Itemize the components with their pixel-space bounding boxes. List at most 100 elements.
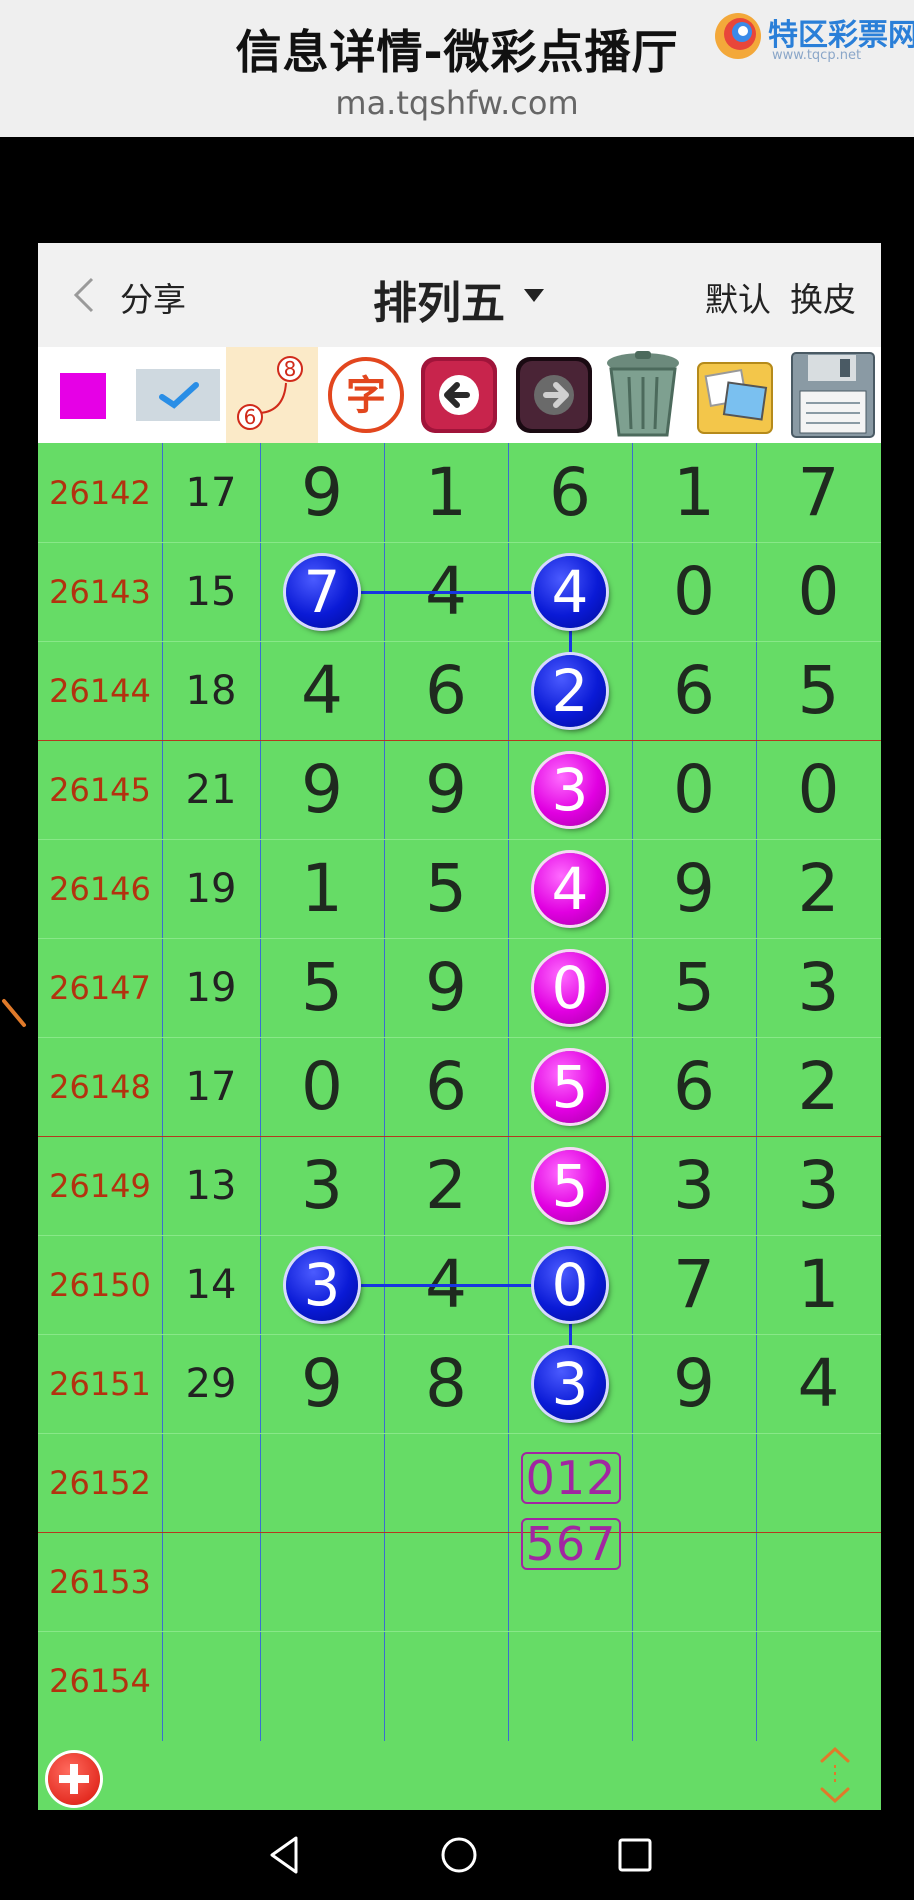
- digit-cell[interactable]: 5: [632, 938, 756, 1037]
- system-nav-bar: [0, 1810, 914, 1900]
- digit-cell[interactable]: 5: [260, 938, 384, 1037]
- digit-cell[interactable]: [756, 1433, 881, 1532]
- digit-cell[interactable]: 1: [756, 1235, 881, 1334]
- digit-cell[interactable]: 3: [508, 1334, 632, 1433]
- digit-cell[interactable]: 1: [384, 443, 508, 542]
- change-skin-button[interactable]: 换皮: [790, 273, 856, 321]
- digit-cell[interactable]: [508, 1631, 632, 1730]
- digit-cell[interactable]: [632, 1433, 756, 1532]
- expand-vertical-icon[interactable]: [816, 1745, 854, 1805]
- nav-back-icon[interactable]: [260, 1830, 310, 1880]
- digit-cell[interactable]: [260, 1631, 384, 1730]
- table-row: 26153: [38, 1532, 881, 1631]
- digit-cell[interactable]: 1: [260, 839, 384, 938]
- digit-cell[interactable]: 4: [508, 839, 632, 938]
- arrow-right-icon[interactable]: [514, 355, 594, 435]
- digit-cell[interactable]: 0: [756, 740, 881, 839]
- digit-cell[interactable]: [632, 1532, 756, 1631]
- magenta-ball-digit: 4: [534, 852, 606, 925]
- check-icon[interactable]: [136, 369, 220, 421]
- blue-ball-digit: 0: [534, 1248, 606, 1321]
- digit-cell[interactable]: 9: [260, 1334, 384, 1433]
- line-draw-icon[interactable]: 8 6: [226, 347, 318, 443]
- digit-cell[interactable]: 2: [384, 1136, 508, 1235]
- color-swatch-icon[interactable]: [60, 373, 106, 419]
- prediction-box[interactable]: 567: [521, 1517, 621, 1571]
- lottery-type-selector[interactable]: 排列五: [373, 267, 505, 331]
- digit-value: 7: [797, 454, 840, 531]
- digit-value: 1: [425, 454, 467, 531]
- digit-cell[interactable]: [384, 1532, 508, 1631]
- digit-cell[interactable]: [384, 1631, 508, 1730]
- digit-value: 1: [301, 850, 343, 927]
- digit-cell[interactable]: 6: [384, 641, 508, 740]
- digit-cell[interactable]: 2: [756, 1037, 881, 1136]
- digit-cell[interactable]: 9: [260, 443, 384, 542]
- digit-cell[interactable]: 7: [632, 1235, 756, 1334]
- default-button[interactable]: 默认: [705, 273, 771, 321]
- gallery-icon[interactable]: [694, 353, 776, 437]
- digit-cell[interactable]: [632, 1631, 756, 1730]
- table-row: 26149 13 3 2 5 3 3: [38, 1136, 881, 1235]
- logo-swirl-icon: [715, 13, 761, 59]
- digit-cell[interactable]: 9: [384, 938, 508, 1037]
- digit-cell[interactable]: [756, 1631, 881, 1730]
- arrow-left-icon[interactable]: [419, 355, 499, 435]
- add-icon[interactable]: [48, 1753, 100, 1805]
- nav-recents-icon[interactable]: [610, 1830, 660, 1880]
- chevron-down-icon[interactable]: [524, 289, 544, 302]
- prediction-box[interactable]: 012: [521, 1451, 621, 1505]
- digit-cell[interactable]: 0: [260, 1037, 384, 1136]
- digit-value: 9: [673, 1345, 715, 1422]
- digit-cell[interactable]: 6: [632, 641, 756, 740]
- digit-cell[interactable]: 4: [260, 641, 384, 740]
- back-icon[interactable]: [68, 275, 100, 315]
- table-row: 26151 29 9 8 3 9 4: [38, 1334, 881, 1433]
- digit-cell[interactable]: 3: [756, 938, 881, 1037]
- digit-cell[interactable]: 9: [632, 839, 756, 938]
- digit-cell[interactable]: 9: [632, 1334, 756, 1433]
- share-button[interactable]: 分享: [120, 273, 186, 321]
- digit-cell[interactable]: 2: [508, 641, 632, 740]
- digit-value: 4: [301, 652, 343, 729]
- digit-cell[interactable]: 2: [756, 839, 881, 938]
- digit-cell[interactable]: 5: [384, 839, 508, 938]
- digit-cell[interactable]: 6: [384, 1037, 508, 1136]
- digit-cell[interactable]: [756, 1532, 881, 1631]
- digit-cell[interactable]: [384, 1433, 508, 1532]
- nav-home-icon[interactable]: [434, 1830, 484, 1880]
- digit-cell[interactable]: 0: [632, 740, 756, 839]
- digit-cell[interactable]: 0: [632, 542, 756, 641]
- digit-cell[interactable]: 0: [508, 938, 632, 1037]
- digit-cell[interactable]: 7: [756, 443, 881, 542]
- digit-value: 9: [425, 751, 467, 828]
- trash-icon[interactable]: [601, 349, 685, 439]
- digit-cell[interactable]: 3: [632, 1136, 756, 1235]
- digit-cell[interactable]: [260, 1532, 384, 1631]
- digit-cell[interactable]: 4: [756, 1334, 881, 1433]
- digit-cell[interactable]: 6: [632, 1037, 756, 1136]
- digit-value: 3: [673, 1147, 715, 1224]
- digit-cell[interactable]: 3: [508, 740, 632, 839]
- save-disk-icon[interactable]: [790, 351, 876, 439]
- digit-cell[interactable]: 5: [756, 641, 881, 740]
- digit-cell[interactable]: 9: [260, 740, 384, 839]
- digit-cell[interactable]: [260, 1433, 384, 1532]
- table-row: 26146 19 1 5 4 9 2: [38, 839, 881, 938]
- digit-cell[interactable]: 9: [384, 740, 508, 839]
- digit-cell[interactable]: 1: [632, 443, 756, 542]
- blue-ball-digit: 3: [286, 1248, 358, 1321]
- grid-row-divider: [38, 1532, 881, 1533]
- digit-cell[interactable]: 0: [756, 542, 881, 641]
- char-icon[interactable]: 字: [326, 355, 406, 435]
- digit-value: 3: [797, 1147, 840, 1224]
- digit-cell[interactable]: 6: [508, 443, 632, 542]
- digit-cell[interactable]: 3: [260, 1136, 384, 1235]
- digit-value: 2: [797, 850, 840, 927]
- digit-cell[interactable]: 3: [756, 1136, 881, 1235]
- period-number: 26144: [49, 671, 151, 710]
- magenta-ball-digit: 0: [534, 951, 606, 1024]
- digit-cell[interactable]: 8: [384, 1334, 508, 1433]
- digit-cell[interactable]: 5: [508, 1136, 632, 1235]
- digit-cell[interactable]: 5: [508, 1037, 632, 1136]
